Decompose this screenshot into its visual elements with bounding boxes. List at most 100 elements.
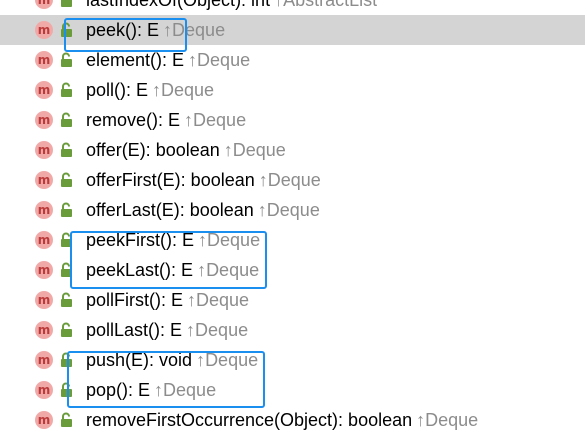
unlock-icon: [60, 52, 74, 68]
method-icon: m: [35, 201, 53, 219]
method-row[interactable]: m peek(): E ↑Deque: [0, 15, 585, 45]
method-name: pop(): E: [86, 380, 151, 400]
method-icon: m: [35, 411, 53, 429]
origin-name: Deque: [425, 410, 479, 430]
inherited-from: ↑Deque: [152, 80, 214, 100]
inherited-from: ↑Deque: [416, 410, 478, 430]
method-signature: pop(): E ↑Deque: [86, 379, 216, 401]
method-name: poll(): E: [86, 80, 149, 100]
origin-name: Deque: [197, 50, 251, 70]
origin-name: Deque: [172, 20, 226, 40]
up-arrow-icon: ↑: [187, 290, 197, 310]
inherited-from: ↑Deque: [154, 380, 216, 400]
inherited-from: ↑Deque: [198, 230, 260, 250]
method-icon: m: [35, 111, 53, 129]
method-row[interactable]: m offer(E): boolean ↑Deque: [0, 135, 585, 165]
unlock-icon: [60, 412, 74, 428]
method-signature: offer(E): boolean ↑Deque: [86, 139, 286, 161]
origin-name: Deque: [205, 350, 259, 370]
origin-name: Deque: [161, 80, 215, 100]
method-name: element(): E: [86, 50, 185, 70]
method-name: pollFirst(): E: [86, 290, 184, 310]
unlock-icon: [60, 0, 74, 8]
up-arrow-icon: ↑: [152, 80, 162, 100]
unlock-icon: [60, 82, 74, 98]
unlock-icon: [60, 292, 74, 308]
method-icon: m: [35, 21, 53, 39]
method-icon: m: [35, 291, 53, 309]
origin-name: Deque: [193, 110, 247, 130]
method-signature: lastIndexOf(Object): int ↑AbstractList: [86, 0, 377, 11]
up-arrow-icon: ↑: [163, 20, 173, 40]
method-row[interactable]: m poll(): E ↑Deque: [0, 75, 585, 105]
method-name: peekFirst(): E: [86, 230, 195, 250]
method-row[interactable]: m lastIndexOf(Object): int ↑AbstractList: [0, 0, 585, 15]
method-signature: element(): E ↑Deque: [86, 49, 250, 71]
up-arrow-icon: ↑: [223, 140, 233, 160]
method-row[interactable]: m remove(): E ↑Deque: [0, 105, 585, 135]
inherited-from: ↑Deque: [188, 50, 250, 70]
method-row[interactable]: m pollLast(): E ↑Deque: [0, 315, 585, 345]
method-signature: remove(): E ↑Deque: [86, 109, 246, 131]
unlock-icon: [60, 172, 74, 188]
method-name: push(E): void: [86, 350, 193, 370]
method-name: remove(): E: [86, 110, 181, 130]
origin-name: Deque: [163, 380, 217, 400]
method-name: offer(E): boolean: [86, 140, 220, 160]
method-name: lastIndexOf(Object): int: [86, 0, 271, 10]
method-icon: m: [35, 261, 53, 279]
method-icon: m: [35, 321, 53, 339]
inherited-from: ↑Deque: [258, 200, 320, 220]
unlock-icon: [60, 22, 74, 38]
up-arrow-icon: ↑: [258, 170, 268, 190]
method-signature: peekFirst(): E ↑Deque: [86, 229, 260, 251]
origin-name: Deque: [267, 170, 321, 190]
method-icon: m: [35, 141, 53, 159]
up-arrow-icon: ↑: [196, 350, 206, 370]
method-row[interactable]: m element(): E ↑Deque: [0, 45, 585, 75]
inherited-from: ↑Deque: [197, 260, 259, 280]
method-icon: m: [35, 0, 53, 9]
inherited-from: ↑Deque: [187, 290, 249, 310]
inherited-from: ↑Deque: [196, 350, 258, 370]
unlock-icon: [60, 142, 74, 158]
method-row[interactable]: m pop(): E ↑Deque: [0, 375, 585, 405]
origin-name: Deque: [266, 200, 320, 220]
method-icon: m: [35, 351, 53, 369]
method-row[interactable]: m push(E): void ↑Deque: [0, 345, 585, 375]
method-row[interactable]: m offerLast(E): boolean ↑Deque: [0, 195, 585, 225]
origin-name: Deque: [206, 260, 260, 280]
inherited-from: ↑Deque: [186, 320, 248, 340]
method-signature: poll(): E ↑Deque: [86, 79, 214, 101]
method-signature: removeFirstOccurrence(Object): boolean ↑D…: [86, 409, 478, 431]
up-arrow-icon: ↑: [186, 320, 196, 340]
method-icon: m: [35, 81, 53, 99]
method-name: peek(): E: [86, 20, 160, 40]
method-icon: m: [35, 51, 53, 69]
method-icon: m: [35, 381, 53, 399]
method-row[interactable]: m pollFirst(): E ↑Deque: [0, 285, 585, 315]
up-arrow-icon: ↑: [184, 110, 194, 130]
up-arrow-icon: ↑: [154, 380, 164, 400]
unlock-icon: [60, 382, 74, 398]
up-arrow-icon: ↑: [257, 200, 267, 220]
method-name: pollLast(): E: [86, 320, 183, 340]
method-signature: peek(): E ↑Deque: [86, 19, 225, 41]
origin-name: Deque: [195, 320, 249, 340]
method-row[interactable]: m peekFirst(): E ↑Deque: [0, 225, 585, 255]
method-row[interactable]: m offerFirst(E): boolean ↑Deque: [0, 165, 585, 195]
method-row[interactable]: m peekLast(): E ↑Deque: [0, 255, 585, 285]
method-signature: pollLast(): E ↑Deque: [86, 319, 248, 341]
origin-name: AbstractList: [283, 0, 378, 10]
method-list: m lastIndexOf(Object): int ↑AbstractList m p…: [0, 0, 585, 435]
up-arrow-icon: ↑: [197, 260, 207, 280]
origin-name: Deque: [196, 290, 250, 310]
method-name: removeFirstOccurrence(Object): boolean: [86, 410, 413, 430]
unlock-icon: [60, 262, 74, 278]
method-signature: push(E): void ↑Deque: [86, 349, 258, 371]
origin-name: Deque: [207, 230, 261, 250]
method-icon: m: [35, 171, 53, 189]
inherited-from: ↑Deque: [163, 20, 225, 40]
method-row[interactable]: m removeFirstOccurrence(Object): boolean ↑…: [0, 405, 585, 435]
method-name: offerFirst(E): boolean: [86, 170, 255, 190]
